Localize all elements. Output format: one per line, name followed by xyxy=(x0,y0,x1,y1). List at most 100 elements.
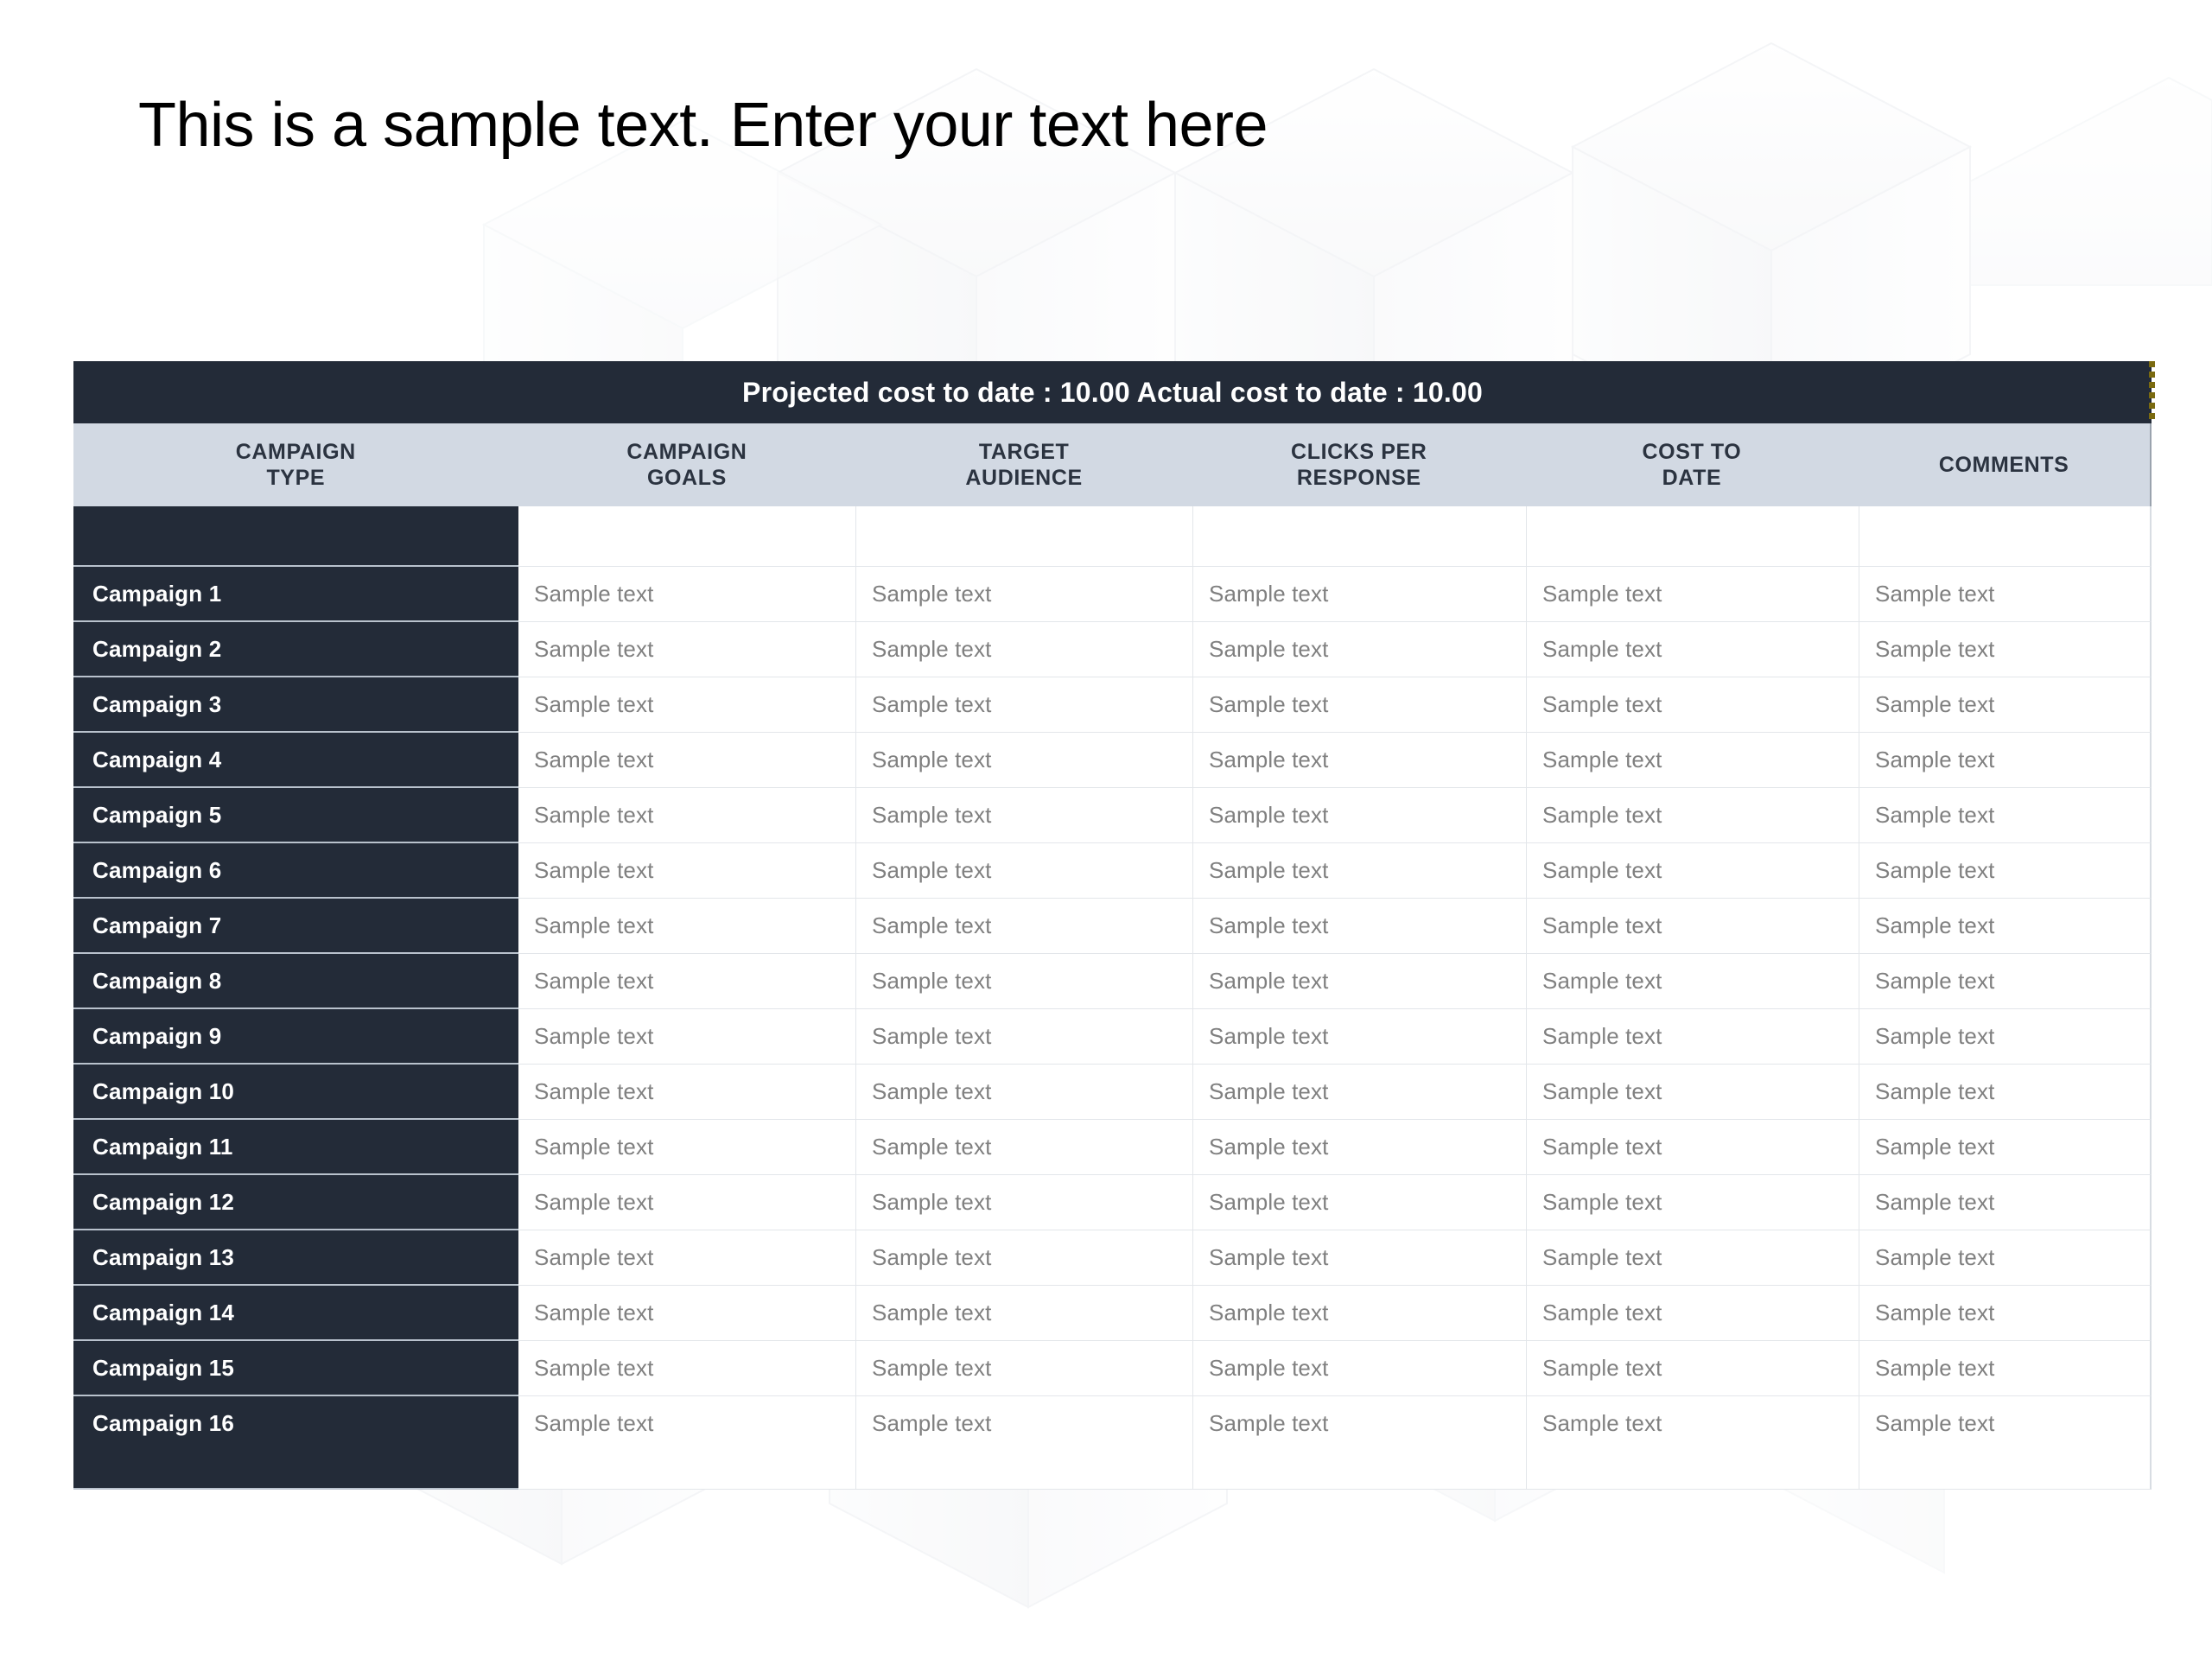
campaign-data-cell-3[interactable]: Sample text xyxy=(1193,843,1527,899)
campaign-label-cell[interactable]: Campaign 2 xyxy=(73,622,518,677)
campaign-data-cell-3[interactable]: Sample text xyxy=(1193,1230,1527,1286)
spacer-cell-1[interactable] xyxy=(518,506,856,567)
campaign-label-cell[interactable]: Campaign 10 xyxy=(73,1065,518,1120)
column-header-6[interactable]: COMMENTS xyxy=(1858,423,2150,506)
campaign-data-cell-2[interactable]: Sample text xyxy=(856,733,1193,788)
campaign-label-cell[interactable]: Campaign 8 xyxy=(73,954,518,1009)
campaign-label-cell[interactable]: Campaign 6 xyxy=(73,843,518,899)
campaign-data-cell-5[interactable]: Sample text xyxy=(1859,677,2152,733)
campaign-data-cell-2[interactable]: Sample text xyxy=(856,1230,1193,1286)
campaign-data-cell-5[interactable]: Sample text xyxy=(1859,1230,2152,1286)
campaign-data-cell-5[interactable]: Sample text xyxy=(1859,1396,2152,1490)
campaign-data-cell-1[interactable]: Sample text xyxy=(518,1175,856,1230)
campaign-data-cell-2[interactable]: Sample text xyxy=(856,954,1193,1009)
campaign-data-cell-3[interactable]: Sample text xyxy=(1193,1120,1527,1175)
campaign-label-cell[interactable]: Campaign 14 xyxy=(73,1286,518,1341)
campaign-label-cell[interactable]: Campaign 16 xyxy=(73,1396,518,1490)
campaign-data-cell-4[interactable]: Sample text xyxy=(1527,1341,1859,1396)
campaign-data-cell-4[interactable]: Sample text xyxy=(1527,1009,1859,1065)
campaign-data-cell-1[interactable]: Sample text xyxy=(518,1230,856,1286)
campaign-data-cell-5[interactable]: Sample text xyxy=(1859,1286,2152,1341)
spacer-label-cell[interactable] xyxy=(73,506,518,567)
campaign-data-cell-4[interactable]: Sample text xyxy=(1527,1120,1859,1175)
campaign-data-cell-1[interactable]: Sample text xyxy=(518,1120,856,1175)
campaign-data-cell-1[interactable]: Sample text xyxy=(518,1396,856,1490)
campaign-label-cell[interactable]: Campaign 9 xyxy=(73,1009,518,1065)
campaign-data-cell-4[interactable]: Sample text xyxy=(1527,899,1859,954)
campaign-data-cell-2[interactable]: Sample text xyxy=(856,1120,1193,1175)
campaign-label-cell[interactable]: Campaign 11 xyxy=(73,1120,518,1175)
campaign-data-cell-1[interactable]: Sample text xyxy=(518,622,856,677)
column-header-3[interactable]: TARGET AUDIENCE xyxy=(855,423,1192,506)
spacer-cell-4[interactable] xyxy=(1527,506,1859,567)
campaign-label-cell[interactable]: Campaign 4 xyxy=(73,733,518,788)
campaign-data-cell-4[interactable]: Sample text xyxy=(1527,1230,1859,1286)
spacer-cell-3[interactable] xyxy=(1193,506,1527,567)
campaign-data-cell-2[interactable]: Sample text xyxy=(856,1175,1193,1230)
campaign-label-cell[interactable]: Campaign 7 xyxy=(73,899,518,954)
campaign-data-cell-4[interactable]: Sample text xyxy=(1527,954,1859,1009)
campaign-data-cell-4[interactable]: Sample text xyxy=(1527,1065,1859,1120)
spacer-cell-5[interactable] xyxy=(1859,506,2152,567)
campaign-data-cell-5[interactable]: Sample text xyxy=(1859,1065,2152,1120)
campaign-data-cell-1[interactable]: Sample text xyxy=(518,1341,856,1396)
campaign-data-cell-5[interactable]: Sample text xyxy=(1859,788,2152,843)
column-header-2[interactable]: CAMPAIGN GOALS xyxy=(518,423,856,506)
campaign-data-cell-3[interactable]: Sample text xyxy=(1193,1175,1527,1230)
campaign-data-cell-5[interactable]: Sample text xyxy=(1859,622,2152,677)
campaign-data-cell-3[interactable]: Sample text xyxy=(1193,567,1527,622)
campaign-label-cell[interactable]: Campaign 12 xyxy=(73,1175,518,1230)
campaign-data-cell-2[interactable]: Sample text xyxy=(856,1009,1193,1065)
campaign-data-cell-1[interactable]: Sample text xyxy=(518,954,856,1009)
cost-summary-banner[interactable]: Projected cost to date : 10.00 Actual co… xyxy=(73,361,2155,423)
campaign-data-cell-3[interactable]: Sample text xyxy=(1193,954,1527,1009)
campaign-data-cell-4[interactable]: Sample text xyxy=(1527,1286,1859,1341)
campaign-label-cell[interactable]: Campaign 13 xyxy=(73,1230,518,1286)
campaign-data-cell-2[interactable]: Sample text xyxy=(856,788,1193,843)
campaign-data-cell-5[interactable]: Sample text xyxy=(1859,954,2152,1009)
column-header-1[interactable]: CAMPAIGN TYPE xyxy=(73,423,518,506)
campaign-data-cell-1[interactable]: Sample text xyxy=(518,1286,856,1341)
campaign-data-cell-3[interactable]: Sample text xyxy=(1193,1065,1527,1120)
campaign-data-cell-4[interactable]: Sample text xyxy=(1527,622,1859,677)
campaign-data-cell-4[interactable]: Sample text xyxy=(1527,733,1859,788)
campaign-data-cell-5[interactable]: Sample text xyxy=(1859,899,2152,954)
campaign-label-cell[interactable]: Campaign 15 xyxy=(73,1341,518,1396)
campaign-data-cell-3[interactable]: Sample text xyxy=(1193,733,1527,788)
campaign-data-cell-5[interactable]: Sample text xyxy=(1859,843,2152,899)
campaign-data-cell-1[interactable]: Sample text xyxy=(518,843,856,899)
column-header-5[interactable]: COST TO DATE xyxy=(1526,423,1859,506)
campaign-data-cell-4[interactable]: Sample text xyxy=(1527,567,1859,622)
campaign-data-cell-4[interactable]: Sample text xyxy=(1527,788,1859,843)
campaign-data-cell-3[interactable]: Sample text xyxy=(1193,1286,1527,1341)
campaign-data-cell-2[interactable]: Sample text xyxy=(856,1286,1193,1341)
campaign-data-cell-4[interactable]: Sample text xyxy=(1527,1175,1859,1230)
resize-handle-icon[interactable] xyxy=(2149,361,2155,423)
spacer-cell-2[interactable] xyxy=(856,506,1193,567)
campaign-data-cell-5[interactable]: Sample text xyxy=(1859,1175,2152,1230)
campaign-data-cell-4[interactable]: Sample text xyxy=(1527,677,1859,733)
campaign-data-cell-3[interactable]: Sample text xyxy=(1193,1341,1527,1396)
campaign-data-cell-2[interactable]: Sample text xyxy=(856,567,1193,622)
campaign-data-cell-2[interactable]: Sample text xyxy=(856,1396,1193,1490)
campaign-data-cell-3[interactable]: Sample text xyxy=(1193,622,1527,677)
campaign-data-cell-3[interactable]: Sample text xyxy=(1193,677,1527,733)
campaign-data-cell-5[interactable]: Sample text xyxy=(1859,733,2152,788)
campaign-data-cell-1[interactable]: Sample text xyxy=(518,1009,856,1065)
campaign-data-cell-5[interactable]: Sample text xyxy=(1859,1341,2152,1396)
campaign-data-cell-5[interactable]: Sample text xyxy=(1859,567,2152,622)
campaign-data-cell-2[interactable]: Sample text xyxy=(856,1341,1193,1396)
campaign-data-cell-2[interactable]: Sample text xyxy=(856,677,1193,733)
campaign-data-cell-1[interactable]: Sample text xyxy=(518,567,856,622)
campaign-data-cell-3[interactable]: Sample text xyxy=(1193,899,1527,954)
campaign-data-cell-4[interactable]: Sample text xyxy=(1527,843,1859,899)
campaign-data-cell-1[interactable]: Sample text xyxy=(518,733,856,788)
campaign-data-cell-1[interactable]: Sample text xyxy=(518,788,856,843)
campaign-data-cell-3[interactable]: Sample text xyxy=(1193,1396,1527,1490)
campaign-data-cell-2[interactable]: Sample text xyxy=(856,622,1193,677)
campaign-data-cell-4[interactable]: Sample text xyxy=(1527,1396,1859,1490)
campaign-data-cell-2[interactable]: Sample text xyxy=(856,899,1193,954)
campaign-data-cell-5[interactable]: Sample text xyxy=(1859,1120,2152,1175)
campaign-label-cell[interactable]: Campaign 3 xyxy=(73,677,518,733)
campaign-data-cell-1[interactable]: Sample text xyxy=(518,677,856,733)
